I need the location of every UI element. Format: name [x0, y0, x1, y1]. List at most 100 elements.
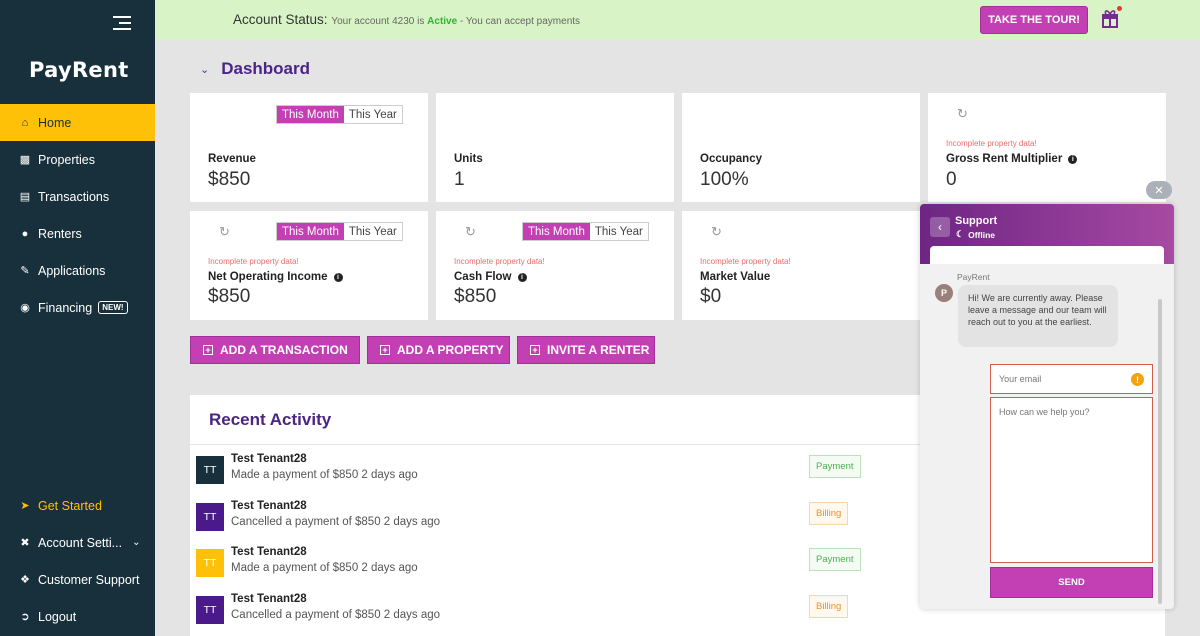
- this-year-option[interactable]: This Year: [343, 106, 402, 123]
- support-chat-widget: ‹ Support ☾ Offline PayRent P Hi! We are…: [920, 204, 1174, 609]
- sidebar-nav: ⌂ Home ▩ Properties ▤ Transactions ● Ren…: [0, 104, 155, 326]
- revenue-card: This Month This Year Revenue $850: [190, 93, 428, 202]
- sidebar-item-get-started[interactable]: ➤ Get Started: [0, 487, 155, 524]
- this-month-option[interactable]: This Month: [277, 223, 344, 240]
- sidebar-item-label: Get Started: [38, 498, 102, 513]
- section-title: Recent Activity: [209, 410, 332, 429]
- status-prefix: Your account 4230 is: [331, 16, 425, 27]
- activity-name: Test Tenant28: [231, 500, 307, 512]
- info-icon[interactable]: i: [517, 272, 527, 282]
- sidebar-item-financing[interactable]: ◉ Financing NEW!: [0, 289, 155, 326]
- period-toggle[interactable]: This Month This Year: [276, 105, 403, 124]
- card-value: 1: [454, 169, 465, 190]
- sidebar-item-label: Logout: [38, 609, 77, 624]
- account-status: Account Status: Your account 4230 is Act…: [233, 12, 580, 27]
- card-value: $850: [208, 169, 251, 190]
- sidebar-item-label: Transactions: [38, 189, 110, 204]
- card-value: $850: [454, 286, 497, 307]
- info-icon[interactable]: i: [1068, 154, 1078, 164]
- this-month-option[interactable]: This Month: [277, 106, 344, 123]
- sidebar-item-label: Renters: [38, 226, 82, 241]
- message-placeholder: How can we help you?: [999, 407, 1090, 417]
- activity-tag: Billing: [809, 502, 849, 525]
- warning-icon: !: [1131, 373, 1144, 386]
- gift-icon[interactable]: [1101, 6, 1122, 28]
- email-field[interactable]: Your email !: [990, 364, 1153, 394]
- invite-renter-button[interactable]: + INVITE A RENTER: [517, 336, 655, 364]
- scrollbar[interactable]: [1158, 299, 1162, 604]
- tools-icon: ✖: [20, 537, 30, 549]
- gross-rent-multiplier-card: ↻ Incomplete property data! Gross Rent M…: [928, 93, 1166, 202]
- refresh-icon[interactable]: ↻: [465, 225, 477, 238]
- avatar: TT: [196, 456, 224, 484]
- logout-icon: ➲: [20, 611, 30, 623]
- dashboard-header[interactable]: ⌄ Dashboard: [200, 59, 310, 79]
- logo[interactable]: PayRent: [29, 58, 129, 82]
- chat-message: Hi! We are currently away. Please leave …: [958, 285, 1118, 347]
- avatar: P: [935, 284, 953, 302]
- home-icon: ⌂: [21, 116, 29, 129]
- send-button[interactable]: SEND: [990, 567, 1153, 598]
- activity-tag: Payment: [809, 548, 861, 571]
- button-label: ADD A PROPERTY: [397, 343, 504, 357]
- sidebar-item-label: Applications: [38, 263, 106, 278]
- sidebar-item-applications[interactable]: ✎ Applications: [0, 252, 155, 289]
- notification-dot: [1117, 6, 1122, 11]
- activity-tag: Billing: [809, 595, 849, 618]
- account-status-label: Account Status:: [233, 12, 328, 27]
- card-value: 0: [946, 169, 957, 190]
- button-label: INVITE A RENTER: [547, 343, 650, 357]
- sidebar-item-customer-support[interactable]: ❖ Customer Support: [0, 561, 155, 598]
- info-icon[interactable]: i: [333, 272, 343, 282]
- activity-name: Test Tenant28: [231, 593, 307, 605]
- card-value: 100%: [700, 169, 749, 190]
- incomplete-data-warning: Incomplete property data!: [946, 139, 1037, 148]
- moon-icon: ☾: [956, 229, 965, 239]
- sidebar-item-logout[interactable]: ➲ Logout: [0, 598, 155, 635]
- sidebar-item-account-settings[interactable]: ✖ Account Setti... ⌄: [0, 524, 155, 561]
- card-label: Units: [454, 153, 483, 165]
- sidebar-item-home[interactable]: ⌂ Home: [0, 104, 155, 141]
- message-textarea[interactable]: How can we help you?: [990, 397, 1153, 563]
- activity-description: Made a payment of $850 2 days ago: [231, 562, 418, 574]
- activity-description: Cancelled a payment of $850 2 days ago: [231, 609, 441, 621]
- this-year-option[interactable]: This Year: [589, 223, 648, 240]
- sidebar-item-renters[interactable]: ● Renters: [0, 215, 155, 252]
- incomplete-data-warning: Incomplete property data!: [208, 257, 299, 266]
- card-label-text: Cash Flow: [454, 271, 512, 283]
- card-label: Market Value: [700, 271, 771, 283]
- card-label-text: Net Operating Income: [208, 271, 328, 283]
- plus-icon: +: [203, 345, 213, 355]
- sidebar-item-properties[interactable]: ▩ Properties: [0, 141, 155, 178]
- message-sender: PayRent: [957, 272, 990, 282]
- chat-status: ☾ Offline: [956, 229, 995, 240]
- occupancy-card: Occupancy 100%: [682, 93, 920, 202]
- back-arrow-icon[interactable]: ‹: [930, 217, 950, 237]
- card-label: Net Operating Income i: [208, 271, 343, 283]
- support-icon: ❖: [20, 574, 30, 586]
- sidebar-item-transactions[interactable]: ▤ Transactions: [0, 178, 155, 215]
- this-month-option[interactable]: This Month: [523, 223, 590, 240]
- page-title: Dashboard: [221, 59, 311, 78]
- add-property-button[interactable]: + ADD A PROPERTY: [367, 336, 510, 364]
- period-toggle[interactable]: This Month This Year: [522, 222, 649, 241]
- units-card: Units 1: [436, 93, 674, 202]
- menu-collapse-icon[interactable]: [113, 16, 131, 32]
- card-label-text: Gross Rent Multiplier: [946, 153, 1063, 165]
- plus-icon: +: [380, 345, 390, 355]
- activity-description: Made a payment of $850 2 days ago: [231, 469, 418, 481]
- refresh-icon[interactable]: ↻: [219, 225, 231, 238]
- chat-body: PayRent P Hi! We are currently away. Ple…: [920, 264, 1174, 609]
- net-operating-income-card: ↻ This Month This Year Incomplete proper…: [190, 211, 428, 320]
- take-tour-button[interactable]: TAKE THE TOUR!: [980, 6, 1088, 34]
- refresh-icon[interactable]: ↻: [957, 107, 969, 120]
- add-transaction-button[interactable]: + ADD A TRANSACTION: [190, 336, 360, 364]
- refresh-icon[interactable]: ↻: [711, 225, 723, 238]
- receipt-icon: ▤: [19, 191, 31, 203]
- this-year-option[interactable]: This Year: [343, 223, 402, 240]
- chat-title: Support: [955, 215, 998, 227]
- buildings-icon: ▩: [19, 154, 31, 166]
- status-suffix: - You can accept payments: [459, 16, 581, 27]
- period-toggle[interactable]: This Month This Year: [276, 222, 403, 241]
- chat-close-button[interactable]: ✕: [1146, 181, 1172, 199]
